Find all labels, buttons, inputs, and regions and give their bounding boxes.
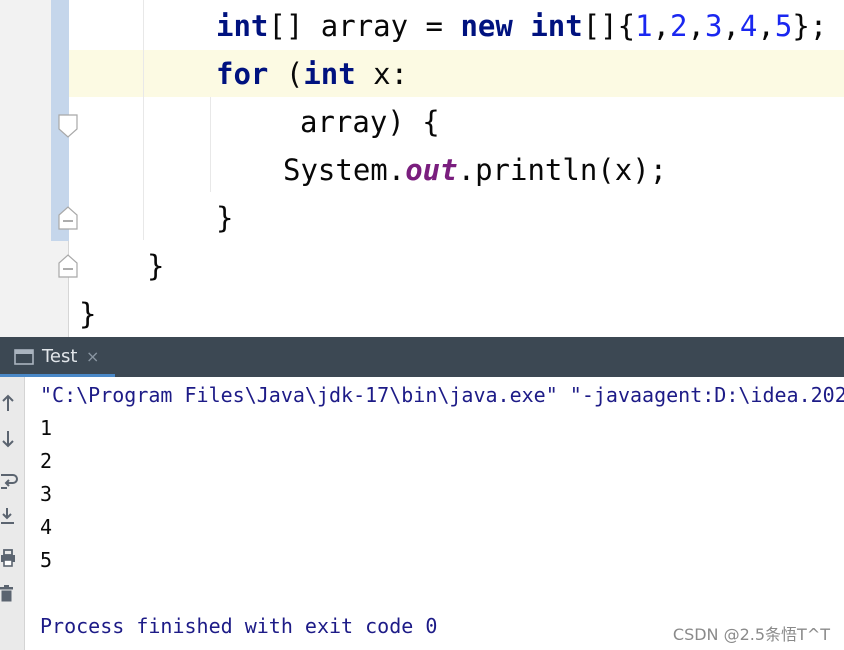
fold-collapse-icon[interactable]	[58, 254, 78, 278]
tab-label: Test	[42, 346, 78, 367]
code-token: x:	[355, 57, 409, 91]
current-line-highlight	[69, 50, 844, 97]
code-token: ,	[722, 9, 740, 43]
code-line-println: System.out.println(x);	[283, 146, 667, 194]
watermark: CSDN @2.5条悟T^T	[672, 625, 830, 644]
code-token: ,	[757, 9, 775, 43]
indent-guide	[143, 0, 144, 240]
console-output-line: 2	[40, 449, 53, 473]
console-output[interactable]: "C:\Program Files\Java\jdk-17\bin\java.e…	[25, 377, 844, 650]
code-token: }	[147, 249, 165, 283]
console-output-line: 5	[40, 548, 53, 572]
print-icon[interactable]	[0, 547, 18, 569]
code-token: int	[303, 57, 356, 91]
code-editor[interactable]: int[] array = new int[]{1,2,3,4,5}; for …	[0, 0, 844, 337]
code-token: 2	[670, 9, 688, 43]
up-arrow-icon[interactable]	[0, 392, 18, 414]
code-token: 3	[704, 9, 723, 43]
close-icon[interactable]: ×	[86, 337, 99, 377]
code-line-for: for (int x:	[216, 50, 408, 98]
code-token: new	[460, 9, 513, 43]
code-line-array-decl: int[] array = new int[]{1,2,3,4,5};	[216, 2, 827, 50]
code-token: for	[216, 57, 269, 91]
code-line-close-method: }	[147, 242, 164, 290]
code-line-close-class: }	[79, 290, 96, 337]
console-output-line: 4	[40, 515, 53, 539]
console-output-line: 3	[40, 482, 53, 506]
code-token: }	[79, 297, 97, 331]
code-token: int	[530, 9, 583, 43]
code-token: ,	[687, 9, 705, 43]
fold-collapse-icon[interactable]	[58, 206, 78, 230]
soft-wrap-icon[interactable]	[0, 470, 18, 492]
scroll-to-end-icon[interactable]	[0, 505, 18, 527]
console-icon	[14, 349, 34, 369]
code-line-close-for: }	[216, 194, 233, 242]
code-token: ,	[652, 9, 671, 43]
code-token: int	[216, 9, 269, 43]
trash-icon[interactable]	[0, 583, 18, 605]
code-token: 4	[739, 9, 758, 43]
console-output-line: 1	[40, 416, 53, 440]
console-exit-message: Process finished with exit code 0	[40, 614, 438, 638]
run-tool-window-header: Test ×	[0, 337, 844, 377]
code-token: }	[216, 201, 234, 235]
tab-test[interactable]: Test ×	[0, 337, 115, 377]
code-token: array) {	[300, 105, 440, 139]
indent-guide	[210, 97, 211, 192]
code-token: };	[792, 9, 828, 43]
code-token: 1	[635, 9, 653, 43]
down-arrow-icon[interactable]	[0, 428, 18, 450]
code-token: out	[405, 153, 458, 187]
code-token: (	[268, 57, 304, 91]
code-token: []{	[582, 9, 636, 43]
console-command-line: "C:\Program Files\Java\jdk-17\bin\java.e…	[40, 383, 844, 407]
code-token: System.	[283, 153, 406, 187]
run-toolbar	[0, 377, 25, 650]
code-line-for-cont: array) {	[300, 98, 440, 146]
code-token: [] array =	[268, 9, 461, 43]
code-token: .println(x);	[457, 153, 668, 187]
fold-end-icon[interactable]	[58, 114, 78, 138]
code-token: 5	[774, 9, 793, 43]
